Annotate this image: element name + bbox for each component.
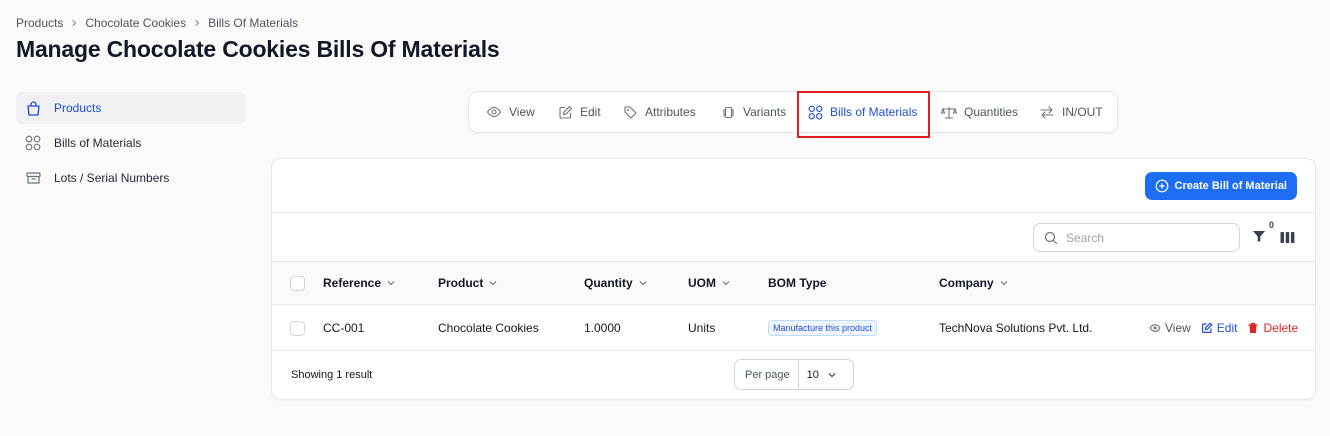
table-footer: Showing 1 result Per page 10 [272,351,1315,399]
tab-label: Quantities [964,105,1019,119]
create-button-label: Create Bill of Material [1174,180,1287,192]
cards-icon [721,105,736,120]
cell-bom-type: Manufacture this product [768,305,878,350]
row-checkbox[interactable] [290,321,305,336]
chevron-down-icon [386,278,396,288]
tags-icon [623,105,638,120]
breadcrumb-current: Bills Of Materials [208,16,299,30]
cell-quantity: 1.0000 [584,320,621,335]
chevron-down-icon [488,278,498,288]
tab-in-out[interactable]: IN/OUT [1039,92,1103,132]
row-actions: View Edit Delete [1149,305,1298,350]
tab-bills-of-materials[interactable]: Bills of Materials [808,92,917,132]
sidebar-item-lots-serial-numbers[interactable]: Lots / Serial Numbers [16,162,246,194]
results-count: Showing 1 result [291,369,373,381]
tab-label: IN/OUT [1062,105,1103,119]
per-page-select[interactable]: Per page 10 [734,359,854,390]
bom-panel: Create Bill of Material 0 Reference Prod… [271,158,1316,400]
tab-quantities[interactable]: Quantities [941,92,1018,132]
per-page-label: Per page [735,360,799,389]
eye-icon [486,104,502,120]
chevron-right-icon [69,18,79,28]
tab-attributes[interactable]: Attributes [623,92,696,132]
table-toolbar: 0 [272,213,1315,262]
tab-view[interactable]: View [486,92,535,132]
column-reference[interactable]: Reference [323,262,396,304]
chevron-down-icon [827,370,837,380]
filter-icon[interactable] [1252,229,1268,245]
column-company[interactable]: Company [939,262,1009,304]
tab-label: Variants [743,105,787,119]
sidebar-item-products[interactable]: Products [16,92,246,124]
pencil-square-icon [558,105,573,120]
chevron-down-icon [638,278,648,288]
column-bom-type: BOM Type [768,276,827,290]
breadcrumb-product[interactable]: Chocolate Cookies [85,16,186,30]
pencil-square-icon [1201,322,1213,334]
sidebar-item-label: Bills of Materials [54,136,142,150]
column-product[interactable]: Product [438,262,498,304]
table-row: CC-001 Chocolate Cookies 1.0000 Units Ma… [272,305,1315,351]
tab-label: Bills of Materials [830,105,918,119]
record-tabs: View Edit Attributes Variants Bills of M… [468,91,1118,133]
cell-product: Chocolate Cookies [438,320,539,335]
select-all-checkbox[interactable] [290,276,305,291]
panel-header: Create Bill of Material [272,159,1315,213]
search-icon [1044,231,1058,245]
create-bill-of-material-button[interactable]: Create Bill of Material [1144,172,1297,200]
cell-company: TechNova Solutions Pvt. Ltd. [939,320,1093,335]
grid-circles-icon [808,105,823,120]
search-input[interactable] [1066,230,1226,245]
columns-icon[interactable] [1280,231,1296,245]
chevron-right-icon [192,18,202,28]
row-view-action[interactable]: View [1149,321,1191,335]
chevron-down-icon [999,278,1009,288]
filter-count-badge: 0 [1269,220,1275,230]
grid-circles-icon [24,134,42,152]
column-uom[interactable]: UOM [688,262,731,304]
shopping-bag-icon [24,99,42,117]
search-box [1033,223,1240,252]
row-edit-action[interactable]: Edit [1201,321,1237,335]
cell-reference: CC-001 [323,320,365,335]
archive-box-icon [24,169,42,187]
tab-label: Attributes [645,105,696,119]
per-page-value[interactable]: 10 [799,369,845,381]
tab-label: Edit [580,105,601,119]
sidebar-item-label: Lots / Serial Numbers [54,171,170,185]
column-quantity[interactable]: Quantity [584,262,648,304]
page-title: Manage Chocolate Cookies Bills Of Materi… [16,36,500,62]
trash-icon [1247,322,1259,334]
eye-icon [1149,322,1161,334]
row-delete-action[interactable]: Delete [1247,321,1298,335]
tab-label: View [509,105,535,119]
sidebar: Products Bills of Materials Lots / Seria… [16,92,246,197]
arrows-exchange-icon [1039,105,1055,120]
bom-type-badge: Manufacture this product [768,319,878,336]
breadcrumb-products[interactable]: Products [16,16,63,30]
chevron-down-icon [721,278,731,288]
breadcrumb: Products Chocolate Cookies Bills Of Mate… [16,15,298,31]
table-header: Reference Product Quantity UOM BOM Type … [272,262,1315,305]
tab-variants[interactable]: Variants [721,92,786,132]
sidebar-item-bills-of-materials[interactable]: Bills of Materials [16,127,246,159]
sidebar-item-label: Products [54,101,102,115]
scale-icon [941,105,957,120]
cell-uom: Units [688,320,716,335]
plus-circle-icon [1155,179,1169,193]
tab-edit[interactable]: Edit [558,92,601,132]
